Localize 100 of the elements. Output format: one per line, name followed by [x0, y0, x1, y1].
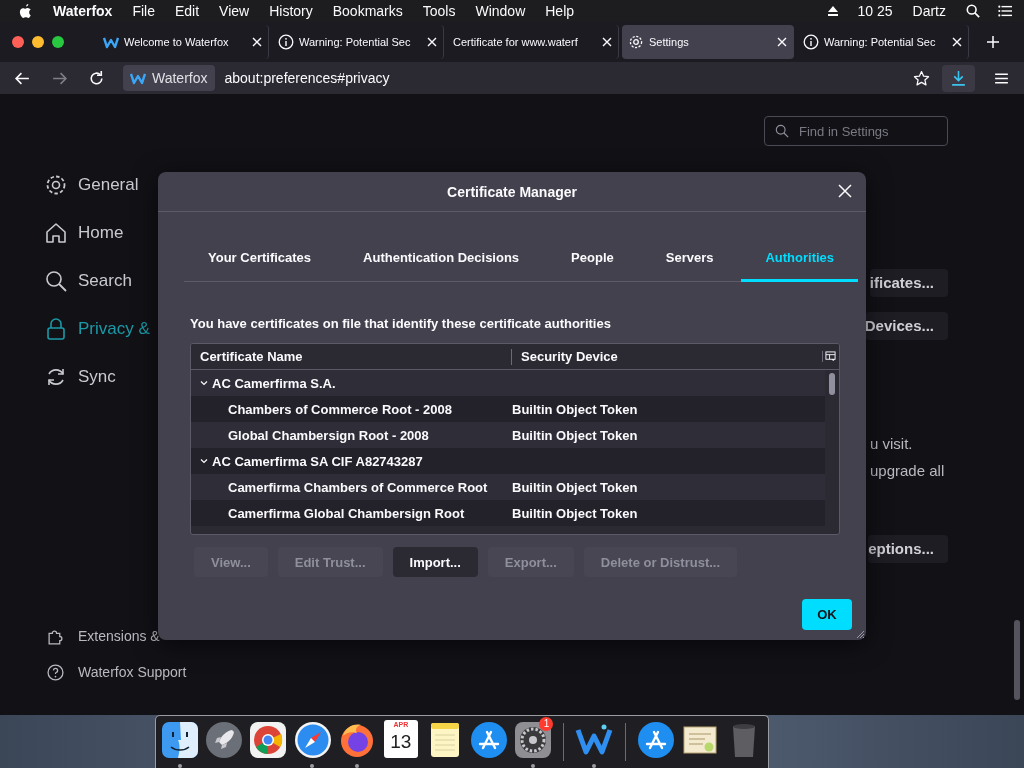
search-input[interactable]: Find in Settings: [797, 122, 931, 140]
menu-item[interactable]: Help: [545, 3, 575, 19]
tree-cell-text: Builtin Object Token: [512, 401, 639, 417]
close-icon[interactable]: [602, 37, 612, 47]
dialog-tab[interactable]: Authentication Decisions: [339, 250, 544, 282]
ok-button[interactable]: OK: [802, 599, 852, 630]
url-field[interactable]: about:preferences#privacy: [224, 70, 903, 86]
dialog-title: Certificate Manager: [447, 183, 577, 200]
app-menu[interactable]: Waterfox: [53, 3, 113, 19]
browser-tab[interactable]: Warning: Potential Sec: [272, 25, 444, 59]
chevron-icon[interactable]: [199, 378, 209, 388]
settings-text: u visit.: [870, 435, 913, 454]
menu-item[interactable]: File: [132, 3, 155, 19]
gear-icon[interactable]: [513, 720, 554, 760]
lock-icon: [44, 317, 68, 341]
tree-cell-text: Chambers of Commerce Root - 2008: [227, 401, 453, 417]
menu-item[interactable]: Bookmarks: [332, 3, 403, 19]
clock[interactable]: 10 25: [857, 3, 893, 19]
tab-title: Warning: Potential Sec: [299, 36, 412, 48]
category-item[interactable]: Home: [44, 221, 200, 245]
apple-logo-icon[interactable]: [18, 2, 33, 20]
identity-box[interactable]: Waterfox: [123, 65, 215, 91]
tab-title: Warning: Potential Sec: [824, 36, 937, 48]
gear-icon: [44, 173, 68, 197]
settings-button[interactable]: Devices...: [864, 312, 948, 340]
menu-item[interactable]: Edit: [174, 3, 200, 19]
footer-link[interactable]: Extensions &: [44, 627, 200, 645]
close-icon[interactable]: [952, 37, 962, 47]
browser-icon[interactable]: [248, 720, 289, 760]
chevron-icon[interactable]: [199, 456, 209, 466]
menu-item[interactable]: Tools: [422, 3, 456, 19]
help-icon: [47, 663, 64, 681]
tree-cell: AC Camerfirma SA CIF A82743287: [212, 453, 423, 469]
search-field[interactable]: Find in Settings: [764, 116, 948, 146]
menu-item[interactable]: History: [269, 3, 313, 19]
eject-icon[interactable]: [825, 4, 840, 18]
column-picker-icon[interactable]: [822, 351, 836, 362]
description-text: You have certificates on file that identify these certificate authorities: [190, 316, 612, 331]
dialog-tab[interactable]: People: [547, 250, 638, 282]
tree-cell-text: Camerfirma Global Chambersign Root: [227, 505, 466, 521]
footer-label: Extensions &: [78, 628, 160, 644]
browser-tab[interactable]: Warning: Potential Sec: [797, 25, 969, 59]
tree-cell-text: Builtin Object Token: [512, 505, 639, 521]
notification-badge: 1: [539, 717, 554, 731]
close-window-button[interactable]: [12, 36, 24, 48]
calendar-day: 13: [390, 730, 412, 754]
download-icon: [950, 69, 967, 87]
category-label: Privacy &: [78, 319, 150, 339]
category-label: Search: [78, 271, 132, 291]
smiling-face-icon[interactable]: [160, 720, 201, 760]
zoom-window-button[interactable]: [52, 36, 64, 48]
identity-label: Waterfox: [152, 70, 208, 86]
download-button[interactable]: [942, 64, 975, 92]
app-store-icon[interactable]: [469, 720, 510, 760]
close-icon[interactable]: [838, 184, 852, 198]
gear-icon: [628, 34, 644, 50]
category-label: General: [78, 175, 139, 195]
tree-cell-text: Builtin Object Token: [512, 479, 639, 495]
app-store-icon[interactable]: [635, 720, 676, 760]
dialog-button[interactable]: Import...: [392, 547, 478, 577]
dialog-tab[interactable]: Servers: [641, 250, 738, 282]
new-tab-icon[interactable]: [986, 35, 1000, 49]
browser-tab[interactable]: Certificate for www.waterf: [447, 25, 619, 59]
browser-tab[interactable]: Settings: [622, 25, 794, 59]
menu-item[interactable]: Window: [475, 3, 526, 19]
column-header[interactable]: Security Device: [512, 349, 822, 364]
star-icon[interactable]: [913, 69, 930, 87]
search-icon: [775, 124, 789, 138]
settings-button[interactable]: eptions...: [868, 535, 948, 563]
category-label: Home: [78, 223, 124, 243]
scrollbar-thumb[interactable]: [829, 373, 835, 395]
scrollbar-thumb[interactable]: [1014, 620, 1020, 700]
user-name[interactable]: Dartz: [912, 3, 946, 19]
dialog-tab[interactable]: Authorities: [741, 250, 859, 282]
info-icon: [278, 34, 294, 50]
list-icon[interactable]: [998, 4, 1012, 18]
category-label: Sync: [78, 367, 116, 387]
resize-grip-icon[interactable]: [855, 629, 865, 639]
category-item[interactable]: General: [44, 173, 200, 197]
rocket-icon[interactable]: [204, 720, 245, 760]
close-icon[interactable]: [252, 37, 262, 47]
close-icon[interactable]: [427, 37, 437, 47]
settings-button[interactable]: ificates...: [869, 269, 948, 297]
tree-cell-text: Camerfirma Chambers of Commerce Root: [227, 479, 489, 495]
compass-icon[interactable]: [292, 720, 333, 760]
category-item[interactable]: Sync: [44, 365, 200, 389]
tree-cell: AC Camerfirma S.A.: [212, 375, 336, 391]
close-icon[interactable]: [777, 37, 787, 47]
browser-tab[interactable]: Welcome to Waterfox: [97, 25, 269, 59]
search-icon[interactable]: [966, 4, 980, 18]
tree-cell-text: Builtin Object Token: [512, 427, 639, 443]
minimize-window-button[interactable]: [32, 36, 44, 48]
column-header[interactable]: Certificate Name: [191, 348, 512, 365]
menu-item[interactable]: View: [219, 3, 250, 19]
tab-title: Welcome to Waterfox: [124, 36, 230, 48]
reload-icon[interactable]: [88, 69, 105, 87]
footer-link[interactable]: Waterfox Support: [44, 663, 200, 681]
footer-label: Waterfox Support: [78, 664, 187, 680]
home-icon: [44, 221, 68, 245]
search-icon: [44, 269, 68, 293]
